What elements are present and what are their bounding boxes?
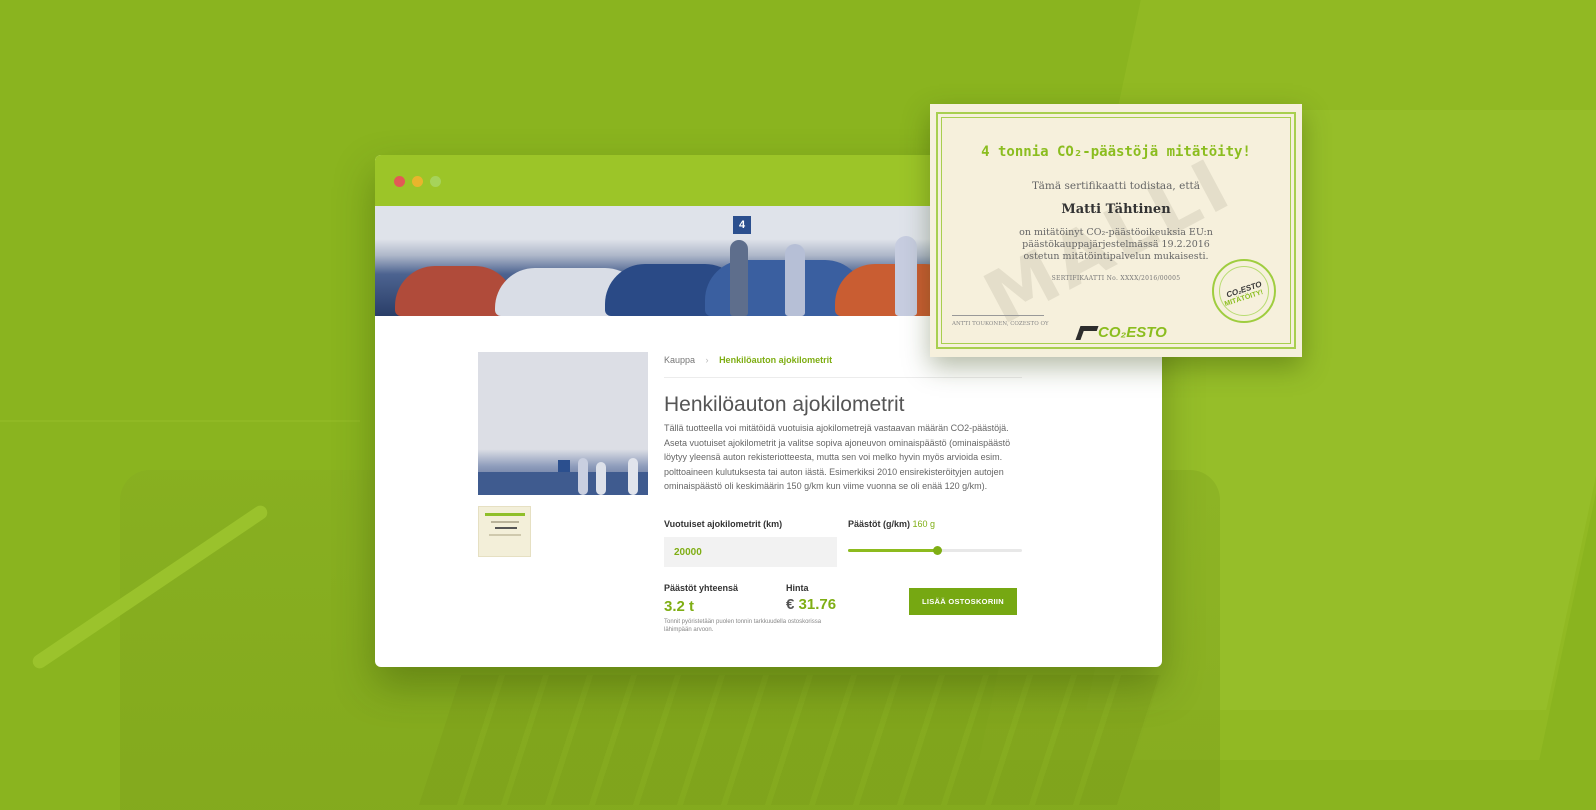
coesto-logo: CO₂ESTO xyxy=(1075,324,1167,341)
certificate-seal: CO₂ESTO MITÄTÖITY! xyxy=(1212,259,1276,323)
emissions-label: Päästöt (g/km) 160 g xyxy=(848,519,935,529)
certificate-intro: Tämä sertifikaatti todistaa, että xyxy=(1031,180,1201,192)
slider-handle[interactable] xyxy=(932,546,942,555)
breadcrumb-home-link[interactable]: Kauppa xyxy=(664,355,695,365)
rounding-note: Tonnit pyöristetään puolen tonnin tarkku… xyxy=(664,619,822,633)
product-title: Henkilöauton ajokilometrit xyxy=(664,393,905,416)
certificate-signature: ANTTI TOUKONEN, COZESTO OY xyxy=(952,321,1049,327)
emissions-slider[interactable] xyxy=(848,546,1022,555)
minimize-dot-icon[interactable] xyxy=(412,176,423,187)
emissions-value: 160 g xyxy=(912,519,936,529)
total-emissions-label: Päästöt yhteensä xyxy=(664,583,739,593)
background-line xyxy=(0,420,360,422)
breadcrumb-separator: › xyxy=(705,355,709,365)
coesto-logo-text: CO₂ESTO xyxy=(1098,324,1167,341)
slider-fill xyxy=(848,549,937,552)
certificate-card: MALLI 4 tonnia CO₂-päästöjä mitätöity! T… xyxy=(930,104,1302,357)
breadcrumb-divider xyxy=(664,377,1022,378)
certificate-body: on mitätöinyt CO₂-päästöoikeuksia EU:n p… xyxy=(1019,227,1213,262)
product-image[interactable] xyxy=(478,352,648,495)
close-dot-icon[interactable] xyxy=(394,176,405,187)
add-to-cart-button[interactable]: LISÄÄ OSTOSKORIIN xyxy=(909,588,1017,615)
maximize-dot-icon[interactable] xyxy=(430,176,441,187)
price-display: € 31.76 xyxy=(786,596,836,613)
certificate-holder-name: Matti Tähtinen xyxy=(1061,202,1171,217)
km-label: Vuotuiset ajokilometrit (km) xyxy=(664,519,783,529)
breadcrumb: Kauppa › Henkilöauton ajokilometrit xyxy=(664,355,832,365)
total-emissions-value: 3.2 t xyxy=(664,598,695,615)
price-value: 31.76 xyxy=(798,596,837,613)
product-description: Tällä tuotteella voi mitätöidä vuotuisia… xyxy=(664,423,1011,491)
km-input[interactable] xyxy=(664,537,837,567)
signature-line xyxy=(952,315,1044,316)
currency-symbol: € xyxy=(786,596,795,613)
certificate-title: 4 tonnia CO₂-päästöjä mitätöity! xyxy=(981,144,1251,160)
background-keyboard xyxy=(418,675,1162,805)
price-label: Hinta xyxy=(786,583,809,593)
breadcrumb-current: Henkilöauton ajokilometrit xyxy=(719,355,833,365)
coesto-logo-mark-icon xyxy=(1075,326,1099,341)
emissions-label-text: Päästöt (g/km) xyxy=(848,519,911,529)
certificate-thumbnail[interactable] xyxy=(478,506,531,557)
